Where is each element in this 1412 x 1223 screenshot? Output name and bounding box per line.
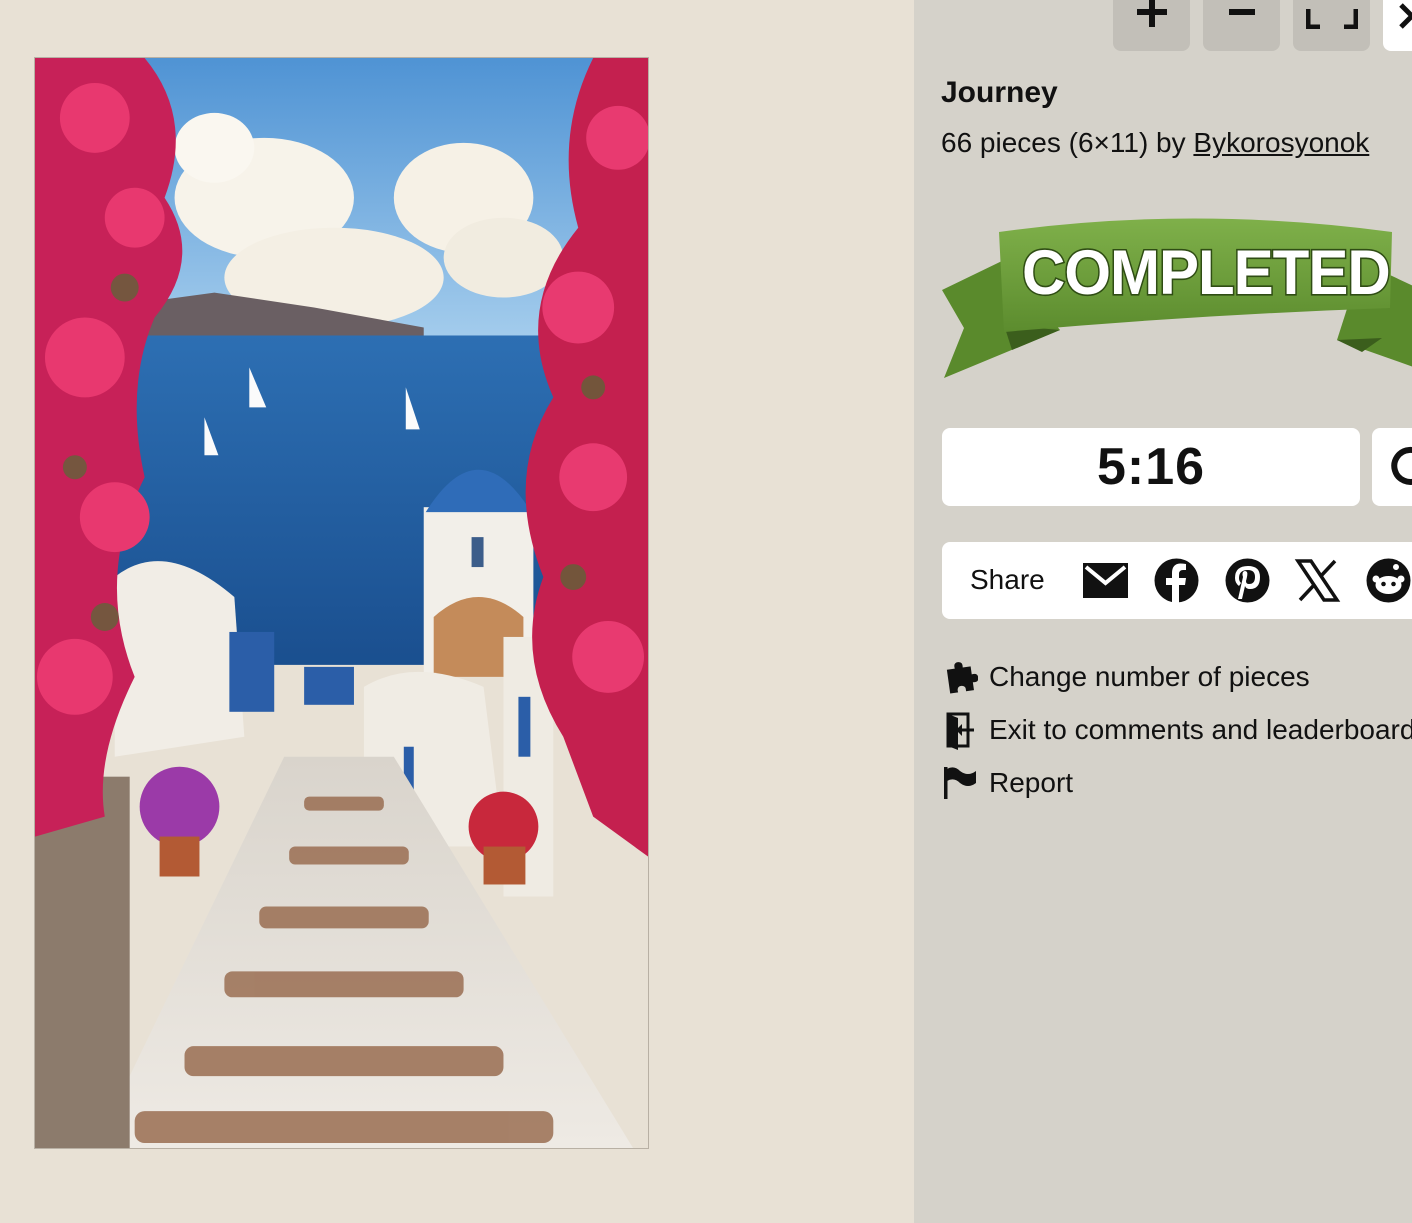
pinterest-share-button[interactable] — [1224, 557, 1271, 604]
fullscreen-button[interactable] — [1293, 0, 1370, 51]
completed-puzzle-image — [34, 57, 649, 1149]
pinterest-icon — [1225, 558, 1270, 603]
close-button[interactable] — [1383, 0, 1412, 51]
zoom-out-button[interactable] — [1203, 0, 1280, 51]
restart-button[interactable] — [1372, 428, 1412, 506]
flag-icon — [942, 763, 978, 803]
puzzle-title: Journey — [941, 76, 1058, 109]
puzzle-meta: 66 pieces (6×11) by Bykorosyonok — [941, 127, 1369, 159]
puzzle-app: Journey 66 pieces (6×11) by Bykorosyonok — [0, 0, 1412, 1223]
santorini-stairway-image — [35, 58, 648, 1148]
restart-icon — [1391, 446, 1412, 485]
reddit-icon — [1366, 558, 1411, 603]
x-share-button[interactable] — [1294, 557, 1341, 604]
timer-display: 5:16 — [942, 428, 1360, 506]
timer-value: 5:16 — [1096, 438, 1206, 496]
options-menu: Change number of pieces Exit to comments… — [942, 650, 1412, 809]
change-pieces-menu-item[interactable]: Change number of pieces — [942, 650, 1412, 703]
puzzle-pieces-info: 66 pieces (6×11) by — [941, 127, 1194, 158]
menu-item-label: Exit to comments and leaderboard — [989, 713, 1412, 745]
plus-icon — [1136, 0, 1167, 27]
close-icon — [1399, 3, 1412, 29]
puzzle-board[interactable] — [0, 0, 914, 1223]
completed-text: COMPLETED — [1021, 236, 1393, 309]
share-bar: Share — [942, 542, 1412, 619]
minus-icon — [1228, 9, 1255, 15]
author-link[interactable]: Bykorosyonok — [1193, 127, 1369, 158]
exit-door-icon — [942, 710, 978, 750]
menu-item-label: Change number of pieces — [989, 660, 1310, 692]
side-panel: Journey 66 pieces (6×11) by Bykorosyonok — [914, 0, 1412, 1223]
completed-banner: COMPLETED — [942, 210, 1412, 385]
report-menu-item[interactable]: Report — [942, 756, 1412, 809]
email-share-button[interactable] — [1082, 557, 1129, 604]
x-icon — [1294, 559, 1341, 602]
menu-item-label: Report — [989, 766, 1074, 798]
share-label: Share — [970, 564, 1045, 595]
fullscreen-icon — [1305, 9, 1358, 29]
email-icon — [1083, 563, 1128, 598]
reddit-share-button[interactable] — [1365, 557, 1412, 604]
zoom-in-button[interactable] — [1113, 0, 1190, 51]
exit-to-comments-menu-item[interactable]: Exit to comments and leaderboard — [942, 703, 1412, 756]
puzzle-piece-icon — [942, 657, 978, 697]
facebook-share-button[interactable] — [1153, 557, 1200, 604]
facebook-icon — [1154, 558, 1199, 604]
